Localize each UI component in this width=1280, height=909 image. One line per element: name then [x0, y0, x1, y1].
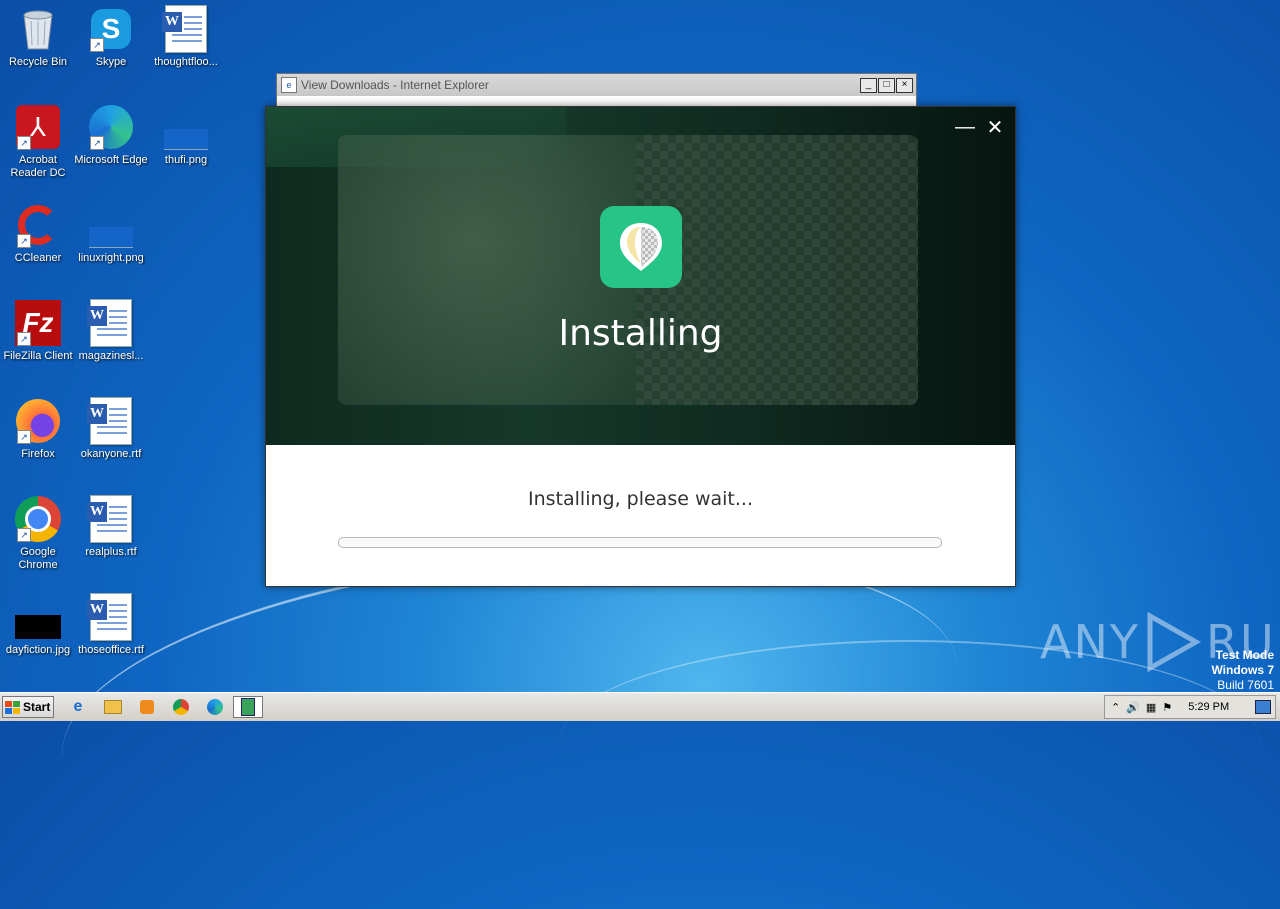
- os-label: Windows 7: [1211, 663, 1274, 677]
- test-mode-notice: Test Mode Windows 7 Build 7601: [1211, 648, 1274, 693]
- taskbar-explorer-button[interactable]: [100, 696, 126, 718]
- word-doc-icon: W: [87, 397, 134, 445]
- shortcut-arrow-icon: ↗: [90, 38, 104, 52]
- desktop-icon-thoughtfloo[interactable]: W thoughtfloo...: [148, 5, 224, 69]
- desktop-icon-label: thoseoffice.rtf: [78, 644, 144, 656]
- desktop-icon-label: Microsoft Edge: [74, 154, 148, 166]
- word-doc-icon: W: [87, 495, 134, 543]
- desktop-icon-ccleaner[interactable]: ↗ CCleaner: [0, 202, 76, 265]
- taskbar-installer-button[interactable]: [233, 696, 263, 718]
- desktop-icon-label: Recycle Bin: [8, 56, 68, 68]
- desktop-icon-label: FileZilla Client: [3, 350, 73, 362]
- close-button[interactable]: ×: [896, 77, 913, 93]
- start-label: Start: [23, 700, 51, 714]
- desktop-icon-chrome[interactable]: ↗ Google Chrome: [0, 496, 76, 572]
- filezilla-icon: Fz ↗: [15, 300, 61, 346]
- chrome-icon: [173, 699, 189, 715]
- ie-title-bar[interactable]: e View Downloads - Internet Explorer _ □…: [277, 74, 916, 96]
- app-logo-icon: [600, 206, 682, 288]
- shortcut-arrow-icon: ↗: [17, 136, 31, 150]
- system-tray: ⌃ 🔊 ▦ ⚑ 5:29 PM: [1104, 695, 1276, 719]
- desktop-icon-skype[interactable]: S ↗ Skype: [73, 6, 149, 69]
- shortcut-arrow-icon: ↗: [17, 332, 31, 346]
- desktop-icon-thoseoffice[interactable]: W thoseoffice.rtf: [73, 593, 149, 657]
- test-mode-label: Test Mode: [1215, 648, 1274, 662]
- show-desktop-icon[interactable]: [1255, 700, 1271, 714]
- start-button[interactable]: Start: [2, 696, 54, 718]
- desktop-icon-label: CCleaner: [14, 252, 62, 264]
- install-progress-bar: [338, 537, 942, 548]
- volume-icon[interactable]: 🔊: [1126, 701, 1140, 714]
- installer-minimize-button[interactable]: —: [952, 115, 978, 139]
- desktop-icon-acrobat[interactable]: ⅄ ↗ Acrobat Reader DC: [0, 104, 76, 180]
- desktop-icon-label: realplus.rtf: [85, 546, 137, 558]
- folder-icon: [104, 700, 122, 714]
- ie-icon: e: [73, 698, 83, 715]
- firefox-icon: ↗: [15, 398, 61, 444]
- desktop-icon-firefox[interactable]: ↗ Firefox: [0, 398, 76, 461]
- minimize-button[interactable]: _: [860, 77, 877, 93]
- taskbar-edge-button[interactable]: [202, 696, 228, 718]
- play-icon: [1147, 612, 1202, 672]
- desktop-icon-dayfiction[interactable]: dayfiction.jpg: [0, 594, 76, 657]
- taskbar-media-player-button[interactable]: [134, 696, 160, 718]
- installer-banner: Installing — ✕: [266, 107, 1015, 445]
- image-file-icon: [88, 202, 134, 248]
- preview-original-half: [338, 135, 636, 405]
- edge-icon: ↗: [88, 104, 134, 150]
- ie-icon: e: [281, 77, 297, 93]
- installer-icon: [241, 698, 255, 716]
- image-file-icon: [163, 104, 209, 150]
- desktop-icon-linuxright[interactable]: linuxright.png: [73, 202, 149, 265]
- chrome-icon: ↗: [15, 496, 61, 542]
- desktop-icon-okanyone[interactable]: W okanyone.rtf: [73, 397, 149, 461]
- media-player-icon: [140, 700, 154, 714]
- shortcut-arrow-icon: ↗: [90, 136, 104, 150]
- show-hidden-icons-button[interactable]: ⌃: [1111, 701, 1120, 714]
- network-icon[interactable]: ▦: [1146, 701, 1156, 714]
- desktop-icon-recycle-bin[interactable]: Recycle Bin: [0, 6, 76, 69]
- desktop-icon-label: Firefox: [21, 448, 55, 460]
- desktop-icon-label: magazinesl...: [78, 350, 144, 362]
- clock[interactable]: 5:29 PM: [1188, 701, 1229, 713]
- taskbar-ie-button[interactable]: e: [65, 696, 91, 718]
- watermark-text-left: ANY: [1040, 615, 1140, 669]
- desktop-icon-label: okanyone.rtf: [80, 448, 142, 460]
- installing-heading: Installing: [558, 313, 723, 354]
- desktop-icon-edge[interactable]: ↗ Microsoft Edge: [73, 104, 149, 167]
- desktop-icon-label: Skype: [95, 56, 127, 68]
- edge-icon: [207, 699, 223, 715]
- installing-status-text: Installing, please wait...: [528, 488, 753, 510]
- desktop-icon-label: dayfiction.jpg: [5, 644, 71, 656]
- windows-logo-icon: [5, 700, 20, 714]
- word-doc-icon: W: [87, 593, 134, 641]
- word-doc-icon: W: [162, 5, 209, 53]
- image-file-icon: [15, 594, 61, 640]
- desktop-icon-magazinesl[interactable]: W magazinesl...: [73, 299, 149, 363]
- skype-icon: S ↗: [88, 6, 134, 52]
- desktop-icon-label: linuxright.png: [78, 252, 144, 264]
- word-doc-icon: W: [87, 299, 134, 347]
- installer-close-button[interactable]: ✕: [982, 115, 1008, 139]
- desktop-icon-realplus[interactable]: W realplus.rtf: [73, 495, 149, 559]
- acrobat-icon: ⅄ ↗: [15, 104, 61, 150]
- shortcut-arrow-icon: ↗: [17, 528, 31, 542]
- shortcut-arrow-icon: ↗: [17, 430, 31, 444]
- desktop-icon-label: thufi.png: [164, 154, 208, 166]
- desktop-icon-filezilla[interactable]: Fz ↗ FileZilla Client: [0, 300, 76, 363]
- build-label: Build 7601: [1217, 678, 1274, 692]
- desktop-icon-label: thoughtfloo...: [154, 56, 218, 68]
- desktop-icon-label: Acrobat Reader DC: [10, 154, 66, 179]
- taskbar-chrome-button[interactable]: [168, 696, 194, 718]
- desktop-icon-label: Google Chrome: [18, 546, 58, 571]
- shortcut-arrow-icon: ↗: [17, 234, 31, 248]
- desktop-icon-thufi[interactable]: thufi.png: [148, 104, 224, 167]
- ie-window-title: View Downloads - Internet Explorer: [301, 78, 489, 92]
- recycle-bin-icon: [15, 6, 61, 52]
- action-center-flag-icon[interactable]: ⚑: [1162, 701, 1172, 714]
- installer-window[interactable]: Installing — ✕ Installing, please wait..…: [265, 106, 1016, 587]
- taskbar: Start e ⌃ 🔊 ▦ ⚑ 5:29 PM: [0, 692, 1280, 721]
- maximize-button[interactable]: □: [878, 77, 895, 93]
- ccleaner-icon: ↗: [15, 202, 61, 248]
